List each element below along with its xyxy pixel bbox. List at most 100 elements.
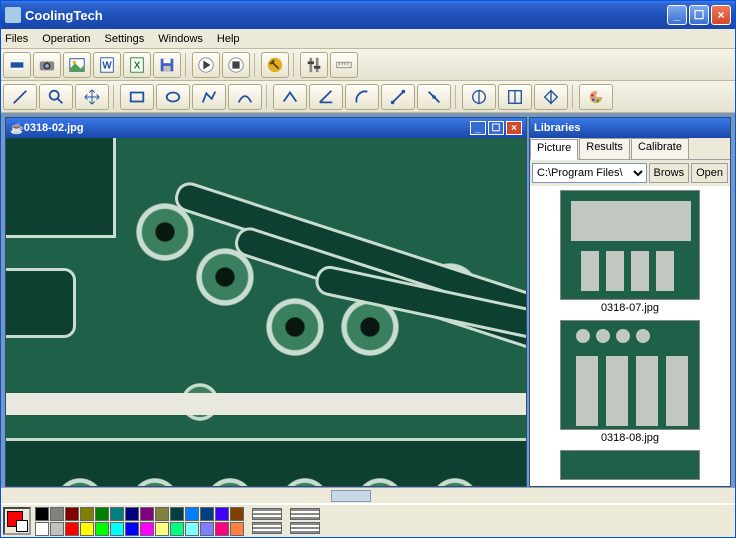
- titlebar[interactable]: CoolingTech _ ☐ ×: [1, 1, 735, 29]
- save-icon[interactable]: [153, 52, 181, 78]
- phi2-icon[interactable]: [498, 84, 532, 110]
- color-swatch[interactable]: [230, 507, 244, 521]
- film-icon[interactable]: [3, 52, 31, 78]
- image-app-icon: ☕: [10, 122, 24, 135]
- menubar: Files Operation Settings Windows Help: [1, 29, 735, 49]
- camera-icon[interactable]: [33, 52, 61, 78]
- color-swatch[interactable]: [80, 507, 94, 521]
- libraries-titlebar[interactable]: Libraries: [530, 118, 730, 138]
- line-tool-icon[interactable]: [3, 84, 37, 110]
- pattern-swatches: [252, 508, 320, 534]
- color-swatch[interactable]: [155, 522, 169, 536]
- sliders-icon[interactable]: [300, 52, 328, 78]
- path-tool-icon[interactable]: [273, 84, 307, 110]
- color-swatch[interactable]: [110, 507, 124, 521]
- curve-tool-icon[interactable]: [228, 84, 262, 110]
- browse-button[interactable]: Brows: [649, 163, 690, 183]
- color-swatch[interactable]: [155, 507, 169, 521]
- ruler-icon[interactable]: [330, 52, 358, 78]
- toolbar-main: W X: [1, 49, 735, 81]
- tab-picture[interactable]: Picture: [530, 139, 578, 160]
- compass2-tool-icon[interactable]: [417, 84, 451, 110]
- color-swatch[interactable]: [95, 522, 109, 536]
- color-swatch[interactable]: [215, 507, 229, 521]
- phi1-icon[interactable]: [462, 84, 496, 110]
- libraries-tabs: Picture Results Calibrate: [530, 138, 730, 160]
- pattern-swatch[interactable]: [252, 522, 282, 534]
- menu-settings[interactable]: Settings: [105, 33, 145, 45]
- menu-operation[interactable]: Operation: [42, 33, 90, 45]
- image-viewport[interactable]: [6, 138, 526, 486]
- color-swatch[interactable]: [80, 522, 94, 536]
- color-swatch[interactable]: [215, 522, 229, 536]
- color-swatch[interactable]: [140, 507, 154, 521]
- libraries-panel: Libraries Picture Results Calibrate C:\P…: [529, 117, 731, 487]
- rect-tool-icon[interactable]: [120, 84, 154, 110]
- list-item[interactable]: 0318-08.jpg: [534, 320, 726, 444]
- color-swatch[interactable]: [185, 522, 199, 536]
- color-swatch[interactable]: [125, 522, 139, 536]
- color-grid: [35, 507, 244, 536]
- close-button[interactable]: ×: [711, 5, 731, 25]
- path-select[interactable]: C:\Program Files\: [532, 163, 647, 183]
- arc-tool-icon[interactable]: [345, 84, 379, 110]
- magnify-icon[interactable]: [39, 84, 73, 110]
- color-swatch[interactable]: [50, 507, 64, 521]
- pattern-swatch[interactable]: [252, 508, 282, 520]
- polyline-tool-icon[interactable]: [192, 84, 226, 110]
- toolbar-measure: [1, 81, 735, 113]
- menu-help[interactable]: Help: [217, 33, 240, 45]
- list-item[interactable]: [534, 450, 726, 480]
- maximize-button[interactable]: ☐: [689, 5, 709, 25]
- image-window: ☕ 0318-02.jpg _ ☐ ×: [5, 117, 527, 487]
- thumbnail-label: 0318-08.jpg: [534, 432, 726, 444]
- color-swatch[interactable]: [140, 522, 154, 536]
- background-color[interactable]: [16, 520, 28, 532]
- color-swatch[interactable]: [95, 507, 109, 521]
- app-icon: [5, 7, 21, 23]
- menu-windows[interactable]: Windows: [158, 33, 203, 45]
- phi3-icon[interactable]: [534, 84, 568, 110]
- color-swatch[interactable]: [170, 507, 184, 521]
- image-maximize-button[interactable]: ☐: [488, 121, 504, 135]
- image-titlebar[interactable]: ☕ 0318-02.jpg _ ☐ ×: [6, 118, 526, 138]
- color-swatch[interactable]: [185, 507, 199, 521]
- color-swatch[interactable]: [230, 522, 244, 536]
- color-swatch[interactable]: [125, 507, 139, 521]
- color-swatch[interactable]: [200, 522, 214, 536]
- compass-tool-icon[interactable]: [381, 84, 415, 110]
- stop-icon[interactable]: [222, 52, 250, 78]
- workspace: ☕ 0318-02.jpg _ ☐ ×: [1, 113, 735, 487]
- excel-icon[interactable]: X: [123, 52, 151, 78]
- color-swatch[interactable]: [35, 522, 49, 536]
- thumbnail-list[interactable]: 0318-07.jpg 0318-08.jpg: [530, 186, 730, 486]
- tab-results[interactable]: Results: [579, 138, 630, 159]
- list-item[interactable]: 0318-07.jpg: [534, 190, 726, 314]
- color-swatch[interactable]: [35, 507, 49, 521]
- image-close-button[interactable]: ×: [506, 121, 522, 135]
- move-icon[interactable]: [75, 84, 109, 110]
- wrench-icon[interactable]: [261, 52, 289, 78]
- word-icon[interactable]: W: [93, 52, 121, 78]
- palette-icon[interactable]: [579, 84, 613, 110]
- tab-calibrate[interactable]: Calibrate: [631, 138, 689, 159]
- image-minimize-button[interactable]: _: [470, 121, 486, 135]
- pattern-swatch[interactable]: [290, 522, 320, 534]
- current-color[interactable]: [3, 507, 31, 535]
- color-swatch[interactable]: [170, 522, 184, 536]
- picture-icon[interactable]: [63, 52, 91, 78]
- ellipse-tool-icon[interactable]: [156, 84, 190, 110]
- scrollbar-thumb[interactable]: [331, 490, 371, 502]
- horizontal-scrollbar[interactable]: [1, 487, 735, 503]
- angle-tool-icon[interactable]: [309, 84, 343, 110]
- color-swatch[interactable]: [110, 522, 124, 536]
- pattern-swatch[interactable]: [290, 508, 320, 520]
- color-swatch[interactable]: [200, 507, 214, 521]
- open-button[interactable]: Open: [691, 163, 728, 183]
- menu-files[interactable]: Files: [5, 33, 28, 45]
- color-swatch[interactable]: [50, 522, 64, 536]
- play-icon[interactable]: [192, 52, 220, 78]
- minimize-button[interactable]: _: [667, 5, 687, 25]
- color-swatch[interactable]: [65, 507, 79, 521]
- color-swatch[interactable]: [65, 522, 79, 536]
